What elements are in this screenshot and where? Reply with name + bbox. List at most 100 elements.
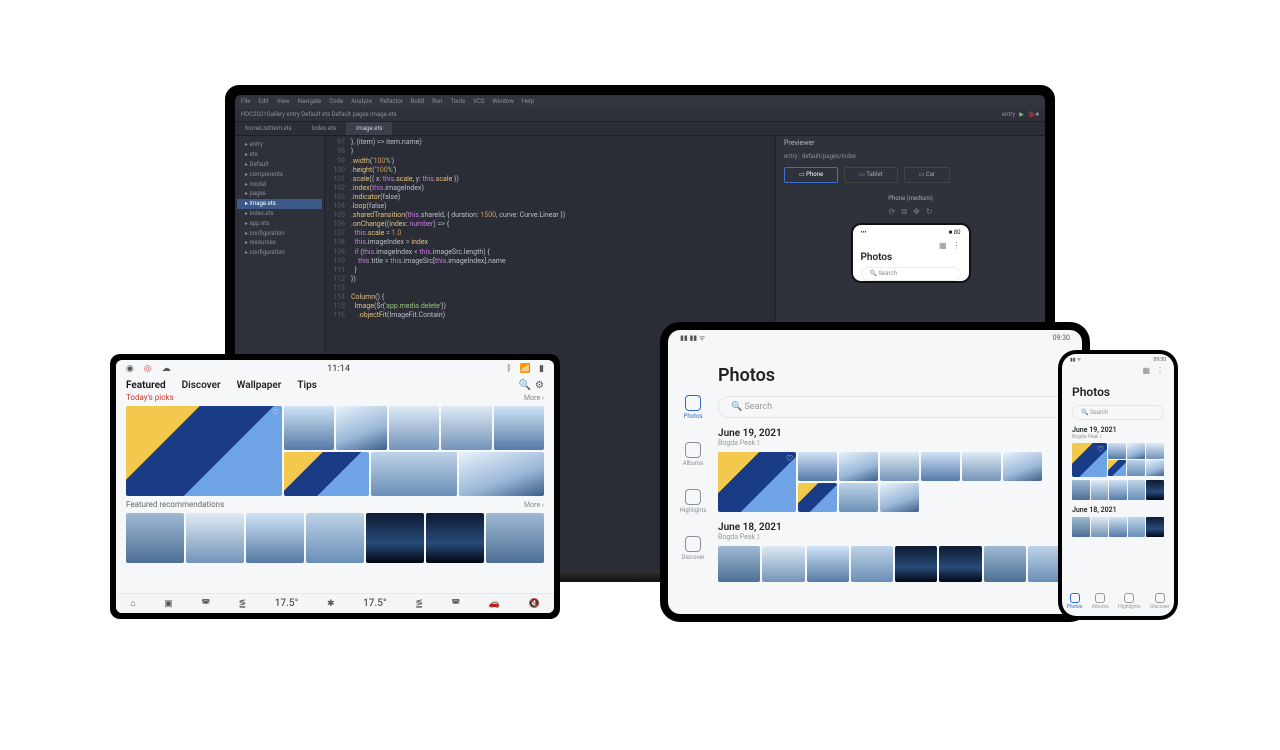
photo-thumb[interactable]	[762, 546, 804, 582]
photo-thumb[interactable]	[246, 513, 304, 563]
photo-thumb[interactable]	[880, 483, 919, 512]
photo-thumb[interactable]	[839, 452, 878, 481]
photo-thumb[interactable]	[1072, 480, 1090, 500]
tree-item[interactable]: ▸ configuration	[237, 229, 322, 239]
photo-thumb[interactable]	[880, 452, 919, 481]
photo-thumb[interactable]	[921, 452, 960, 481]
nav-albums[interactable]: Albums	[1092, 593, 1109, 610]
defrost-rear-icon[interactable]: ◚	[451, 599, 460, 609]
photo-thumb[interactable]	[851, 546, 893, 582]
sidebar-item-photos[interactable]: Photos	[684, 395, 703, 420]
photo-thumb[interactable]	[494, 406, 544, 450]
photo-thumb[interactable]	[839, 483, 878, 512]
screenshot-icon[interactable]: ⧉	[901, 207, 907, 217]
photo-thumb[interactable]	[1128, 517, 1146, 537]
temp-right[interactable]: 17.5°	[363, 598, 387, 609]
photo-thumb[interactable]	[336, 406, 386, 450]
fan-icon[interactable]: ✱	[327, 599, 335, 609]
grid-icon[interactable]: ▦	[939, 241, 947, 251]
tree-item[interactable]: ▸ index.ets	[237, 209, 322, 219]
photo-thumb[interactable]	[1003, 452, 1042, 481]
editor-tab[interactable]: Index.ets	[302, 122, 346, 136]
photo-thumb[interactable]	[1128, 480, 1146, 500]
photo-thumb[interactable]	[284, 452, 369, 496]
tree-item[interactable]: ▸ components	[237, 170, 322, 180]
grid-icon[interactable]: ▦	[1142, 366, 1150, 375]
photo-thumb[interactable]	[366, 513, 424, 563]
menu-item[interactable]: View	[277, 98, 290, 106]
tree-item[interactable]: ▸ entry	[237, 140, 322, 150]
photo-thumb[interactable]	[459, 452, 544, 496]
photo-thumb[interactable]	[1146, 517, 1164, 537]
photo-thumb[interactable]	[126, 513, 184, 563]
menu-icon[interactable]: ⋮	[1156, 366, 1164, 375]
car-tab[interactable]: Featured	[126, 380, 166, 391]
photo-thumb[interactable]: ♡	[1072, 443, 1107, 477]
nav-photos[interactable]: Photos	[1067, 593, 1083, 610]
photo-thumb[interactable]	[426, 513, 484, 563]
nav-discover[interactable]: Discover	[1150, 593, 1169, 610]
mute-icon[interactable]: 🔇	[529, 599, 540, 609]
cloud-icon[interactable]: ☁	[162, 364, 171, 374]
photo-thumb[interactable]	[389, 406, 439, 450]
car-tab[interactable]: Tips	[297, 380, 317, 391]
photo-thumb[interactable]	[939, 546, 981, 582]
search-icon[interactable]: 🔍	[519, 380, 531, 391]
menu-item[interactable]: Window	[492, 98, 513, 106]
menu-item[interactable]: Code	[329, 98, 343, 106]
photo-thumb[interactable]	[1072, 517, 1090, 537]
preview-device-button[interactable]: ▭ Car	[904, 167, 950, 183]
debug-icon[interactable]: 🐞	[1028, 111, 1035, 119]
photo-thumb[interactable]	[306, 513, 364, 563]
seat-heat-right-icon[interactable]: ⪑	[415, 599, 423, 609]
menu-item[interactable]: Refactor	[380, 98, 403, 106]
editor-tab[interactable]: image.ets	[346, 122, 392, 136]
photo-thumb[interactable]	[1127, 460, 1145, 476]
photo-thumb[interactable]	[1091, 480, 1109, 500]
menu-item[interactable]: Tools	[450, 98, 465, 106]
nav-highlights[interactable]: Highlights	[1118, 593, 1141, 610]
search-input[interactable]: 🔍 Search	[1072, 405, 1164, 420]
tree-item[interactable]: ▸ Default	[237, 160, 322, 170]
car-tab[interactable]: Discover	[182, 380, 221, 391]
compass-icon[interactable]: ◎	[144, 364, 152, 374]
photo-thumb[interactable]	[1091, 517, 1109, 537]
run-icon[interactable]: ▶	[1019, 111, 1024, 119]
photo-thumb[interactable]	[807, 546, 849, 582]
car-tab[interactable]: Wallpaper	[237, 380, 282, 391]
photo-thumb[interactable]	[895, 546, 937, 582]
menu-item[interactable]: Build	[411, 98, 424, 106]
heart-icon[interactable]: ♡	[272, 408, 279, 417]
photo-thumb[interactable]	[1109, 480, 1127, 500]
photo-thumb[interactable]	[1108, 443, 1126, 459]
search-input[interactable]: 🔍 Search	[718, 396, 1070, 418]
photo-thumb[interactable]	[371, 452, 456, 496]
heart-icon[interactable]: ♡	[786, 454, 793, 463]
home-icon[interactable]: ⌂	[130, 598, 135, 609]
photo-thumb[interactable]	[1146, 443, 1164, 459]
photo-thumb[interactable]	[1146, 460, 1164, 476]
car-icon[interactable]: 🚗	[489, 599, 500, 609]
defrost-front-icon[interactable]: ◚	[201, 599, 210, 609]
editor-tab[interactable]: homeListItem.ets	[235, 122, 302, 136]
heart-icon[interactable]: ♡	[1097, 445, 1104, 454]
preview-device-button[interactable]: ▭ Phone	[784, 167, 838, 183]
tree-item[interactable]: ▸ pages	[237, 189, 322, 199]
menu-item[interactable]: Navigate	[298, 98, 322, 106]
rotate-icon[interactable]: ⟳	[889, 207, 896, 217]
photo-thumb[interactable]: ♡	[126, 406, 282, 496]
photo-thumb[interactable]	[962, 452, 1001, 481]
photo-thumb[interactable]	[718, 546, 760, 582]
tree-item[interactable]: ▸ resources	[237, 238, 322, 248]
tree-item[interactable]: ▸ configuration	[237, 248, 322, 258]
photo-thumb[interactable]	[984, 546, 1026, 582]
menu-item[interactable]: VCS	[473, 98, 484, 106]
photo-thumb[interactable]	[186, 513, 244, 563]
sidebar-item-albums[interactable]: Albums	[683, 442, 703, 467]
run-target[interactable]: entry	[1002, 111, 1015, 119]
menu-item[interactable]: Run	[432, 98, 442, 106]
temp-left[interactable]: 17.5°	[275, 598, 299, 609]
photo-thumb[interactable]	[1109, 517, 1127, 537]
seat-heat-left-icon[interactable]: ⪑	[239, 599, 247, 609]
menu-item[interactable]: Help	[522, 98, 534, 106]
